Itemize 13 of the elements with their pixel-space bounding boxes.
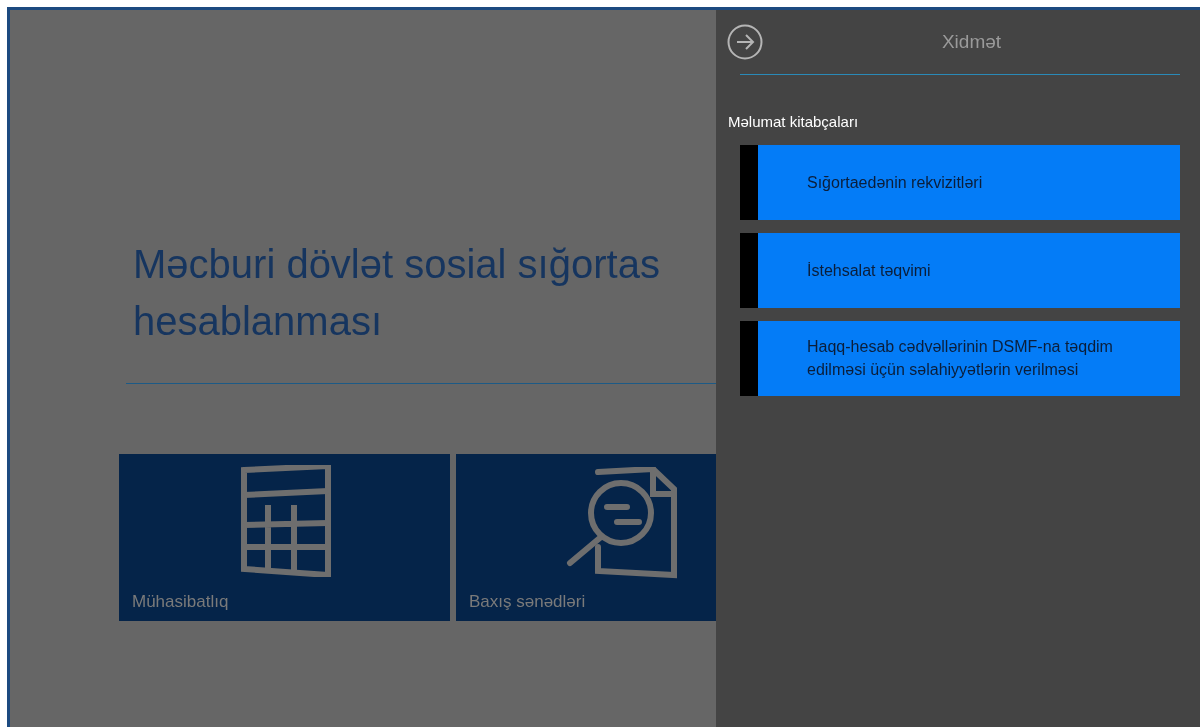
tile-label: Baxış sənədləri bbox=[469, 590, 586, 613]
page-heading: hesablanması bbox=[133, 298, 383, 345]
calculator-icon bbox=[241, 465, 331, 577]
tile-label: Mühasibatlıq bbox=[132, 590, 229, 613]
section-heading: Məlumat kitabçaları bbox=[728, 112, 859, 132]
app-tile[interactable]: Baxış sənədləri bbox=[456, 454, 716, 621]
page-heading: Məcburi dövlət sosial sığortas bbox=[133, 241, 660, 288]
menu-item[interactable]: Sığortaedənin rekvizitləri bbox=[740, 144, 1180, 220]
panel-title: Xidmət bbox=[941, 29, 1002, 54]
app-tile[interactable]: Mühasibatlıq bbox=[119, 454, 450, 621]
menu-item[interactable]: İstehsalat təqvimi bbox=[740, 232, 1180, 308]
arrow-right-circle-icon[interactable] bbox=[727, 24, 763, 60]
menu-item[interactable]: Haqq-hesab cədvəllərinin DSMF-na təqdim edilməsi üçün səlahiyyətlərin verilməsi bbox=[740, 320, 1180, 396]
